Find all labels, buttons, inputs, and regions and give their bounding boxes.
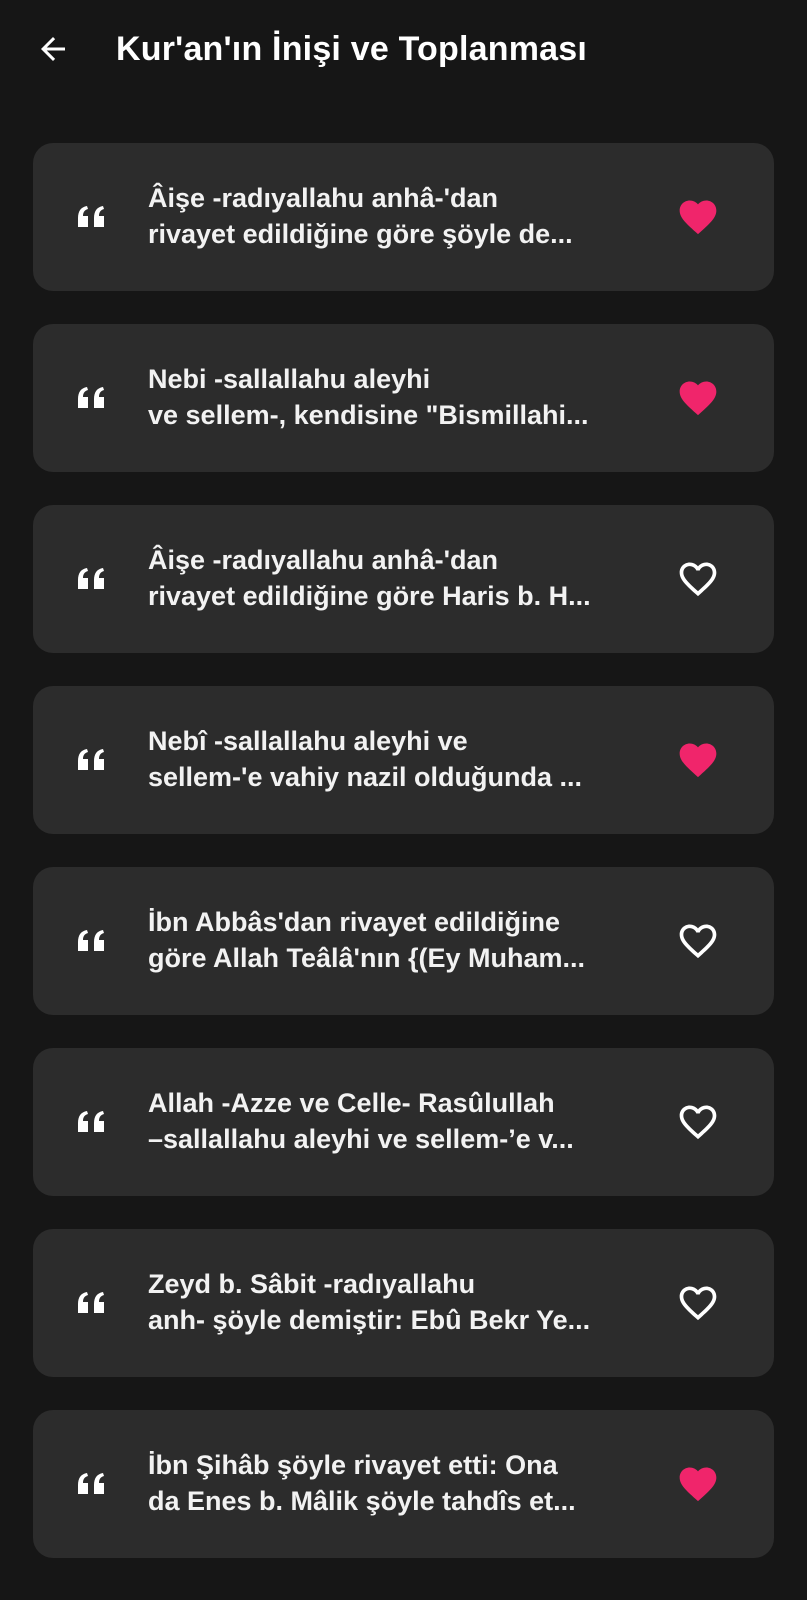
quote-icon: [78, 387, 104, 408]
item-text-line: da Enes b. Mâlik şöyle tahdîs et...: [148, 1486, 576, 1516]
item-text: Nebî -sallallahu aleyhi ve sellem-'e vahi…: [148, 723, 648, 795]
heart-filled-icon: [679, 200, 717, 235]
quote-icon: [78, 930, 104, 951]
app-bar: Kur'an'ın İnişi ve Toplanması: [0, 0, 807, 100]
list-item[interactable]: Âişe -radıyallahu anhâ-'dan rivayet edild…: [33, 505, 774, 653]
favorite-button[interactable]: [673, 555, 723, 603]
quote-icon: [78, 1111, 104, 1132]
item-text-line: –sallallahu aleyhi ve sellem-’e v...: [148, 1124, 574, 1154]
heart-outline-icon: [679, 924, 717, 959]
back-button[interactable]: [30, 26, 76, 72]
item-text-line: Âişe -radıyallahu anhâ-'dan: [148, 545, 499, 575]
item-text-line: Allah -Azze ve Celle- Rasûlullah: [148, 1088, 555, 1118]
list-item[interactable]: Nebi -sallallahu aleyhi ve sellem-, kendi…: [33, 324, 774, 472]
item-text-line: Nebî -sallallahu aleyhi ve: [148, 726, 468, 756]
item-text-line: Zeyd b. Sâbit -radıyallahu: [148, 1269, 476, 1299]
item-text-line: göre Allah Teâlâ'nın {(Ey Muham...: [148, 943, 585, 973]
list-item[interactable]: Nebî -sallallahu aleyhi ve sellem-'e vahi…: [33, 686, 774, 834]
item-text: Allah -Azze ve Celle- Rasûlullah –sallall…: [148, 1085, 648, 1157]
item-text: Âişe -radıyallahu anhâ-'dan rivayet edild…: [148, 180, 648, 252]
item-text: İbn Şihâb şöyle rivayet etti: Ona da Enes…: [148, 1447, 648, 1519]
favorite-button[interactable]: [673, 917, 723, 965]
item-text-line: İbn Abbâs'dan rivayet edildiğine: [148, 907, 561, 937]
quote-icon: [78, 568, 104, 589]
heart-filled-icon: [679, 743, 717, 778]
list-item[interactable]: İbn Şihâb şöyle rivayet etti: Ona da Enes…: [33, 1410, 774, 1558]
heart-filled-icon: [679, 381, 717, 416]
favorite-button[interactable]: [673, 1279, 723, 1327]
heart-outline-icon: [679, 562, 717, 597]
item-text: Nebi -sallallahu aleyhi ve sellem-, kendi…: [148, 361, 648, 433]
favorite-button[interactable]: [673, 1098, 723, 1146]
list-item[interactable]: Allah -Azze ve Celle- Rasûlullah –sallall…: [33, 1048, 774, 1196]
arrow-left-icon: [41, 37, 65, 61]
heart-outline-icon: [679, 1105, 717, 1140]
item-text-line: rivayet edildiğine göre şöyle de...: [148, 219, 573, 249]
favorite-button[interactable]: [673, 736, 723, 784]
list-item[interactable]: Zeyd b. Sâbit -radıyallahu anh- şöyle dem…: [33, 1229, 774, 1377]
quote-icon: [78, 206, 104, 227]
list-item[interactable]: Âişe -radıyallahu anhâ-'dan rivayet edild…: [33, 143, 774, 291]
item-text-line: anh- şöyle demiştir: Ebû Bekr Ye...: [148, 1305, 591, 1335]
quote-icon: [78, 1473, 104, 1494]
item-text: Zeyd b. Sâbit -radıyallahu anh- şöyle dem…: [148, 1266, 648, 1338]
quote-icon: [78, 749, 104, 770]
favorite-button[interactable]: [673, 1460, 723, 1508]
quote-icon: [78, 1292, 104, 1313]
item-text-line: rivayet edildiğine göre Haris b. H...: [148, 581, 591, 611]
item-text-line: Nebi -sallallahu aleyhi: [148, 364, 431, 394]
favorite-button[interactable]: [673, 193, 723, 241]
list-item[interactable]: İbn Abbâs'dan rivayet edildiğine göre All…: [33, 867, 774, 1015]
heart-outline-icon: [679, 1286, 717, 1321]
item-text-line: Âişe -radıyallahu anhâ-'dan: [148, 183, 499, 213]
item-text-line: sellem-'e vahiy nazil olduğunda ...: [148, 762, 583, 792]
heart-filled-icon: [679, 1467, 717, 1502]
item-text-line: İbn Şihâb şöyle rivayet etti: Ona: [148, 1450, 558, 1480]
page-title: Kur'an'ın İnişi ve Toplanması: [116, 30, 587, 68]
favorite-button[interactable]: [673, 374, 723, 422]
item-text-line: ve sellem-, kendisine "Bismillahi...: [148, 400, 589, 430]
item-text: İbn Abbâs'dan rivayet edildiğine göre All…: [148, 904, 648, 976]
item-text: Âişe -radıyallahu anhâ-'dan rivayet edild…: [148, 542, 648, 614]
